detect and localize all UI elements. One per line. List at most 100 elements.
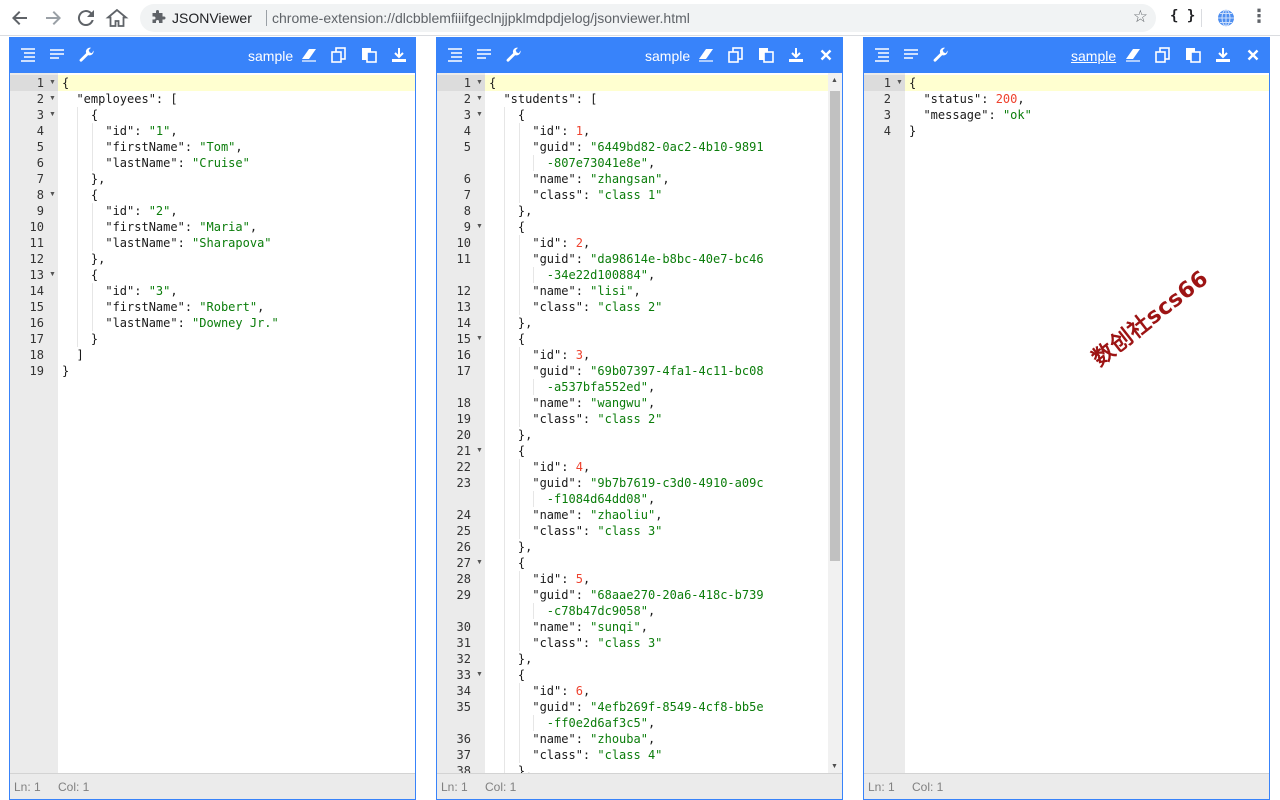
code-line[interactable]: "class": "class 2" [485, 411, 842, 427]
code-line[interactable]: "firstName": "Tom", [58, 139, 415, 155]
code-line[interactable]: }, [485, 763, 842, 773]
repair-icon[interactable] [505, 46, 523, 64]
home-icon[interactable] [105, 6, 129, 30]
document-title[interactable]: sample [1071, 48, 1116, 64]
code-line[interactable]: "class": "class 2" [485, 299, 842, 315]
fold-toggle-icon[interactable]: ▼ [476, 331, 484, 347]
code-line[interactable]: "name": "sunqi", [485, 619, 842, 635]
download-icon[interactable] [787, 46, 805, 64]
copy-icon[interactable] [330, 46, 348, 64]
code-line[interactable]: "guid": "68aae270-20a6-418c-b739 [485, 587, 842, 603]
code-line[interactable]: "name": "zhaoliu", [485, 507, 842, 523]
code-line[interactable]: "id": 4, [485, 459, 842, 475]
forward-arrow-icon[interactable] [41, 6, 65, 30]
format-icon[interactable] [873, 46, 891, 64]
code-line[interactable]: "guid": "6449bd82-0ac2-4b10-9891 [485, 139, 842, 155]
paste-icon[interactable] [360, 46, 378, 64]
document-title[interactable]: sample [248, 48, 293, 64]
code-line[interactable]: "id": "2", [58, 203, 415, 219]
code-line[interactable]: "employees": [ [58, 91, 415, 107]
code-line[interactable]: "id": "1", [58, 123, 415, 139]
code-line[interactable]: -807e73041e8e", [485, 155, 842, 171]
code-line[interactable]: { [485, 667, 842, 683]
code-line[interactable]: "id": 6, [485, 683, 842, 699]
back-arrow-icon[interactable] [8, 6, 32, 30]
code-area[interactable]: { "students": [ { "id": 1, "guid": "6449… [485, 73, 842, 773]
code-line[interactable]: "name": "lisi", [485, 283, 842, 299]
repair-icon[interactable] [932, 46, 950, 64]
url-text[interactable]: chrome-extension://dlcbblemfiiifgeclnjjp… [272, 10, 690, 26]
code-line[interactable]: "status": 200, [905, 91, 1269, 107]
clear-icon[interactable] [300, 46, 318, 64]
code-line[interactable]: { [485, 75, 842, 91]
code-line[interactable]: } [58, 331, 415, 347]
code-line[interactable]: -34e22d100884", [485, 267, 842, 283]
code-line[interactable]: -a537bfa552ed", [485, 379, 842, 395]
fold-toggle-icon[interactable]: ▼ [49, 267, 57, 283]
code-area[interactable]: { "employees": [ { "id": "1", "firstName… [58, 73, 415, 773]
fold-toggle-icon[interactable]: ▼ [476, 107, 484, 123]
code-line[interactable]: { [905, 75, 1269, 91]
fold-toggle-icon[interactable]: ▼ [476, 219, 484, 235]
code-line[interactable]: "guid": "4efb269f-8549-4cf8-bb5e [485, 699, 842, 715]
close-icon[interactable] [1244, 46, 1262, 64]
close-icon[interactable] [817, 46, 835, 64]
code-line[interactable]: "class": "class 3" [485, 523, 842, 539]
fold-toggle-icon[interactable]: ▼ [476, 75, 484, 91]
code-line[interactable]: { [485, 443, 842, 459]
code-line[interactable]: -ff0e2d6af3c5", [485, 715, 842, 731]
star-icon[interactable]: ☆ [1133, 7, 1148, 27]
code-line[interactable]: { [58, 75, 415, 91]
code-line[interactable]: "guid": "da98614e-b8bc-40e7-bc46 [485, 251, 842, 267]
compact-icon[interactable] [48, 46, 66, 64]
code-line[interactable]: "id": 2, [485, 235, 842, 251]
code-line[interactable]: "lastName": "Sharapova" [58, 235, 415, 251]
code-line[interactable]: }, [485, 427, 842, 443]
scrollbar-thumb[interactable] [830, 91, 840, 561]
vertical-scrollbar[interactable]: ▲ ▼ [828, 73, 842, 773]
code-line[interactable]: { [485, 331, 842, 347]
code-line[interactable]: "id": 3, [485, 347, 842, 363]
code-line[interactable]: "students": [ [485, 91, 842, 107]
code-area[interactable]: { "status": 200, "message": "ok"} [905, 73, 1269, 773]
paste-icon[interactable] [1184, 46, 1202, 64]
code-line[interactable]: { [58, 187, 415, 203]
clear-icon[interactable] [1124, 46, 1142, 64]
compact-icon[interactable] [902, 46, 920, 64]
code-line[interactable]: }, [485, 539, 842, 555]
code-line[interactable]: }, [485, 651, 842, 667]
code-line[interactable]: }, [58, 171, 415, 187]
code-line[interactable]: } [905, 123, 1269, 139]
address-bar[interactable]: JSONViewer chrome-extension://dlcbblemfi… [140, 4, 1156, 32]
code-line[interactable]: { [485, 107, 842, 123]
copy-icon[interactable] [727, 46, 745, 64]
copy-icon[interactable] [1154, 46, 1172, 64]
code-line[interactable]: -c78b47dc9058", [485, 603, 842, 619]
download-icon[interactable] [390, 46, 408, 64]
document-title[interactable]: sample [645, 48, 690, 64]
code-line[interactable]: }, [58, 251, 415, 267]
code-line[interactable]: "name": "wangwu", [485, 395, 842, 411]
format-icon[interactable] [446, 46, 464, 64]
code-line[interactable]: "id": 1, [485, 123, 842, 139]
code-line[interactable]: "name": "zhouba", [485, 731, 842, 747]
clear-icon[interactable] [697, 46, 715, 64]
code-line[interactable]: "id": 5, [485, 571, 842, 587]
code-line[interactable]: "message": "ok" [905, 107, 1269, 123]
code-line[interactable]: "class": "class 4" [485, 747, 842, 763]
fold-toggle-icon[interactable]: ▼ [476, 667, 484, 683]
code-line[interactable]: "guid": "9b7b7619-c3d0-4910-a09c [485, 475, 842, 491]
compact-icon[interactable] [475, 46, 493, 64]
fold-toggle-icon[interactable]: ▼ [476, 555, 484, 571]
scroll-up-arrow-icon[interactable]: ▲ [831, 77, 838, 84]
code-line[interactable]: } [58, 363, 415, 379]
fold-toggle-icon[interactable]: ▼ [476, 443, 484, 459]
globe-icon[interactable] [1216, 8, 1236, 28]
code-line[interactable]: "class": "class 3" [485, 635, 842, 651]
code-line[interactable]: -f1084d64dd08", [485, 491, 842, 507]
fold-toggle-icon[interactable]: ▼ [49, 187, 57, 203]
code-line[interactable]: "id": "3", [58, 283, 415, 299]
json-extension-icon[interactable]: { } [1170, 8, 1195, 24]
fold-toggle-icon[interactable]: ▼ [49, 107, 57, 123]
download-icon[interactable] [1214, 46, 1232, 64]
